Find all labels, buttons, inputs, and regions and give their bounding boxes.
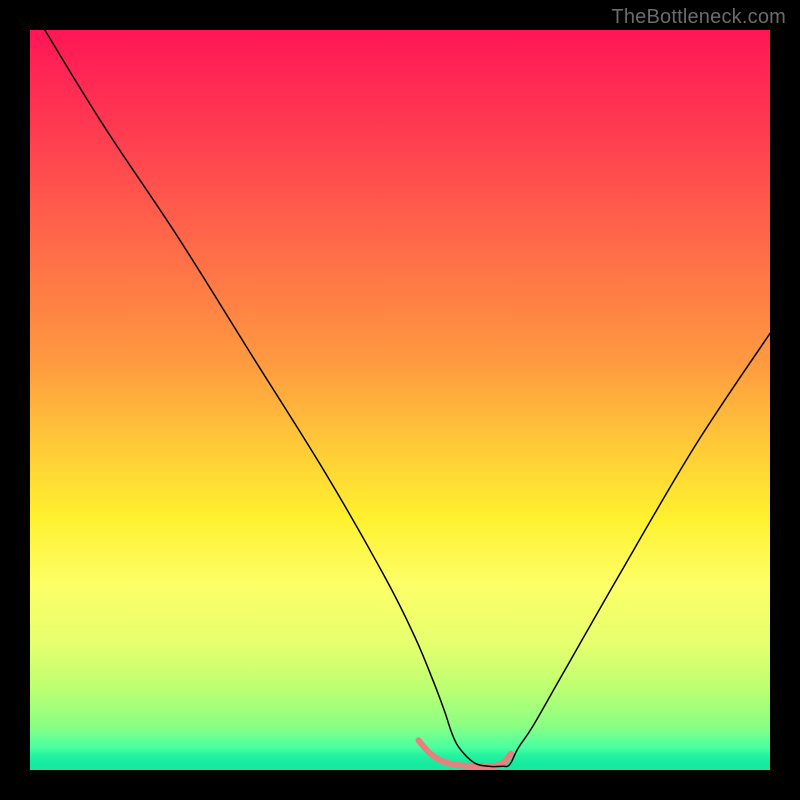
chart-frame: TheBottleneck.com	[0, 0, 800, 800]
watermark-text: TheBottleneck.com	[611, 6, 786, 29]
plot-area	[30, 30, 770, 770]
chart-overlay	[30, 30, 770, 770]
series-pink-floor-band	[419, 740, 512, 766]
series-black-curve	[45, 30, 770, 767]
